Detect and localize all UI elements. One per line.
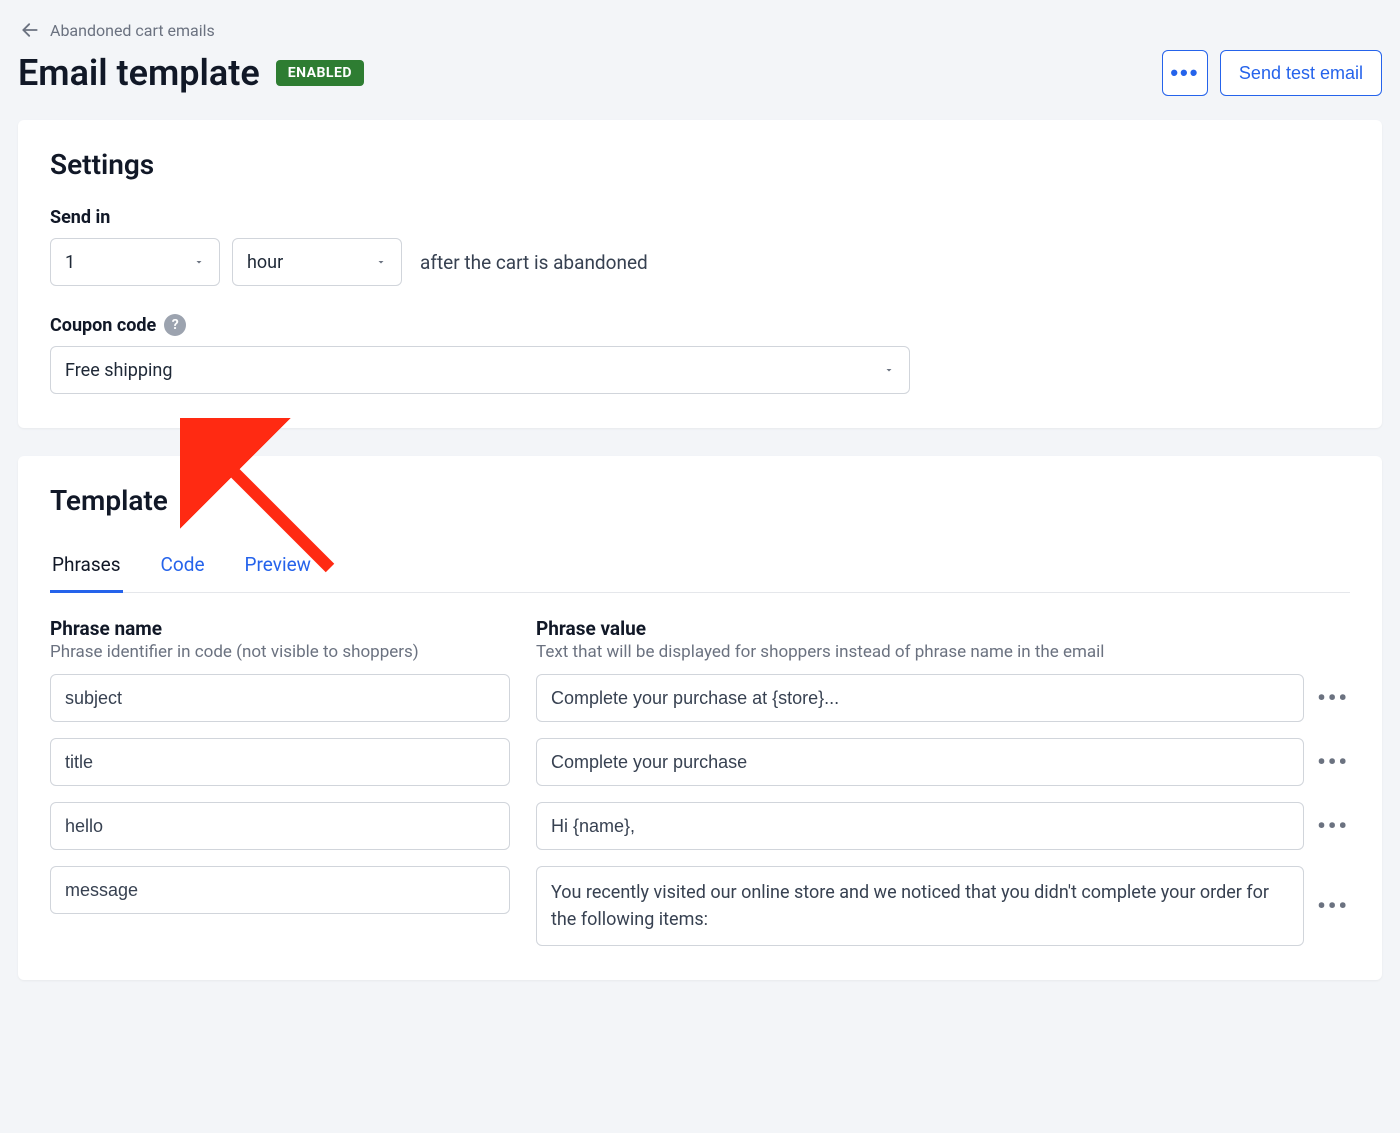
phrase-value-header: Phrase value	[536, 617, 1350, 640]
template-card: Template Phrases Code Preview Phrase nam…	[18, 456, 1382, 980]
settings-card: Settings Send in 1 hour after the cart i…	[18, 120, 1382, 428]
row-actions-button[interactable]: •••	[1316, 809, 1350, 843]
help-icon[interactable]: ?	[164, 314, 186, 336]
chevron-down-icon	[883, 364, 895, 376]
phrase-name-input[interactable]	[50, 738, 510, 786]
ellipsis-icon: •••	[1317, 748, 1349, 776]
phrase-value-input[interactable]: You recently visited our online store an…	[536, 866, 1304, 946]
breadcrumb-label: Abandoned cart emails	[50, 21, 215, 40]
phrase-value-subheader: Text that will be displayed for shoppers…	[536, 642, 1350, 662]
send-in-after-text: after the cart is abandoned	[420, 251, 648, 274]
ellipsis-icon: •••	[1170, 60, 1199, 86]
template-heading: Template	[50, 484, 1350, 517]
ellipsis-icon: •••	[1317, 812, 1349, 840]
more-actions-button[interactable]: •••	[1162, 50, 1208, 96]
ellipsis-icon: •••	[1317, 684, 1349, 712]
page-title: Email template	[18, 52, 260, 94]
tab-preview[interactable]: Preview	[243, 543, 313, 592]
send-in-unit-value: hour	[247, 252, 283, 273]
phrase-row: •••	[50, 674, 1350, 722]
ellipsis-icon: •••	[1317, 892, 1349, 920]
coupon-code-label: Coupon code ?	[50, 314, 1350, 336]
status-badge: ENABLED	[276, 60, 364, 86]
row-actions-button[interactable]: •••	[1316, 889, 1350, 923]
tab-phrases[interactable]: Phrases	[50, 543, 123, 593]
phrase-value-input[interactable]	[536, 674, 1304, 722]
phrase-name-input[interactable]	[50, 866, 510, 914]
send-test-button[interactable]: Send test email	[1220, 50, 1382, 96]
phrase-row: •••	[50, 802, 1350, 850]
phrase-row: •••	[50, 738, 1350, 786]
row-actions-button[interactable]: •••	[1316, 745, 1350, 779]
chevron-down-icon	[375, 256, 387, 268]
row-actions-button[interactable]: •••	[1316, 681, 1350, 715]
settings-heading: Settings	[50, 148, 1350, 181]
phrase-name-input[interactable]	[50, 674, 510, 722]
send-in-amount-value: 1	[65, 252, 75, 273]
phrase-name-subheader: Phrase identifier in code (not visible t…	[50, 642, 510, 662]
send-in-amount-select[interactable]: 1	[50, 238, 220, 286]
phrase-value-input[interactable]	[536, 738, 1304, 786]
tab-code[interactable]: Code	[159, 543, 207, 592]
back-arrow-icon[interactable]	[18, 18, 42, 42]
template-tabs: Phrases Code Preview	[50, 543, 1350, 593]
breadcrumb[interactable]: Abandoned cart emails	[18, 18, 1382, 42]
send-in-label: Send in	[50, 207, 1350, 228]
phrase-row: You recently visited our online store an…	[50, 866, 1350, 946]
send-in-unit-select[interactable]: hour	[232, 238, 402, 286]
chevron-down-icon	[193, 256, 205, 268]
coupon-code-select[interactable]: Free shipping	[50, 346, 910, 394]
coupon-code-value: Free shipping	[65, 360, 172, 381]
phrase-value-input[interactable]	[536, 802, 1304, 850]
phrase-name-header: Phrase name	[50, 617, 510, 640]
phrase-name-input[interactable]	[50, 802, 510, 850]
